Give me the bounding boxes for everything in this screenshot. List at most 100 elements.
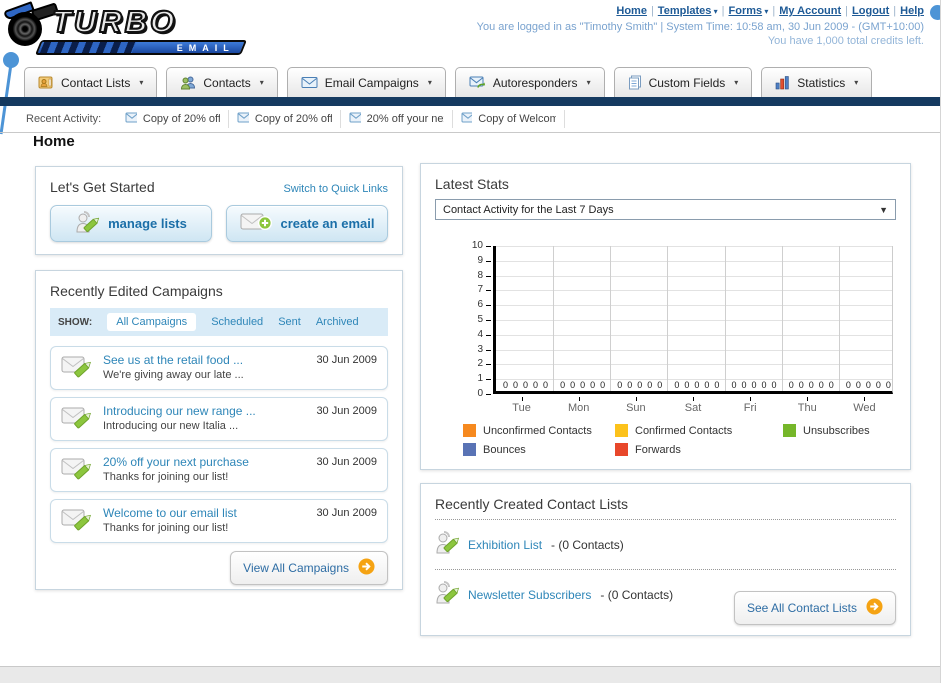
- custom-fields-icon: [628, 75, 642, 90]
- x-axis-tick-label: Wed: [853, 402, 876, 414]
- chevron-down-icon: ▾: [259, 78, 264, 87]
- chart-value-label: 0: [818, 380, 824, 390]
- campaign-title-link[interactable]: Introducing our new range ...: [103, 404, 306, 419]
- see-all-contact-lists-button[interactable]: See All Contact Lists: [733, 591, 896, 625]
- top-nav: Home | Templates ▾ | Forms ▾ | My Account | Logo…: [616, 5, 924, 17]
- campaign-list-item[interactable]: Introducing our new range ... Introducing…: [50, 397, 388, 441]
- person-pencil-icon: [75, 210, 100, 237]
- recent-campaigns-title: Recently Edited Campaigns: [50, 283, 223, 299]
- chart-value-label: 0: [674, 380, 680, 390]
- y-axis-tick: [486, 290, 491, 292]
- recent-activity-items: Copy of 20% off yo Copy of 20% off yo 20% …: [117, 110, 566, 128]
- chart-gridline: [667, 246, 669, 391]
- x-axis-tick: [578, 397, 580, 401]
- view-all-campaigns-button[interactable]: View All Campaigns: [230, 551, 388, 585]
- contact-list-name-link[interactable]: Newsletter Subscribers: [468, 588, 591, 602]
- tab-label: Contacts: [203, 75, 251, 90]
- chevron-down-icon: ▾: [734, 78, 739, 87]
- chart-gridline: [724, 246, 726, 391]
- contact-list-name-link[interactable]: Exhibition List: [468, 538, 542, 552]
- statistics-icon: [775, 75, 790, 90]
- turbo-charger-icon: [8, 12, 42, 46]
- campaign-title-link[interactable]: 20% off your next purchase: [103, 455, 306, 470]
- campaign-text: Introducing our new range ... Introducing…: [103, 404, 306, 434]
- recent-activity-item-label: 20% off your next p: [366, 113, 445, 125]
- top-nav-link-forms[interactable]: Forms: [729, 5, 763, 17]
- chart-value-label: 0: [560, 380, 566, 390]
- x-axis-tick-label: Sat: [684, 402, 702, 414]
- legend-label: Confirmed Contacts: [635, 424, 733, 437]
- recent-activity-item[interactable]: Copy of Welcome to: [453, 110, 566, 128]
- campaign-date: 30 Jun 2009: [316, 405, 377, 417]
- person-pencil-icon: [435, 579, 460, 610]
- chart-value-label: 0: [532, 380, 538, 390]
- y-axis-tick: [486, 260, 491, 262]
- filter-sent[interactable]: Sent: [278, 316, 301, 328]
- y-axis-tick: [486, 394, 491, 395]
- legend-item: Confirmed Contacts: [615, 424, 783, 437]
- campaign-title-link[interactable]: Welcome to our email list: [103, 506, 306, 521]
- legend-item: Forwards: [615, 443, 783, 456]
- top-nav-link-templates[interactable]: Templates: [658, 5, 712, 17]
- see-all-contact-lists-label: See All Contact Lists: [746, 601, 857, 615]
- campaign-title-link[interactable]: See us at the retail food ...: [103, 353, 306, 368]
- envelope-pencil-icon: [61, 455, 93, 486]
- tab-custom-fields[interactable]: Custom Fields ▾: [613, 67, 753, 97]
- tab-contact-lists[interactable]: Contact Lists ▾: [24, 67, 158, 97]
- chart-gridline: [496, 275, 892, 277]
- stats-report-dropdown[interactable]: Contact Activity for the Last 7 Days ▼: [435, 199, 896, 220]
- legend-swatch: [615, 424, 628, 437]
- envelope-plus-icon: [240, 212, 272, 235]
- chart-value-label: 0: [761, 380, 767, 390]
- campaign-list-item[interactable]: Welcome to our email list Thanks for join…: [50, 499, 388, 543]
- contact-list-item[interactable]: Exhibition List - (0 Contacts): [435, 527, 896, 562]
- legend-label: Bounces: [483, 443, 526, 456]
- envelope-pencil-icon: [61, 353, 93, 384]
- top-nav-link-help[interactable]: Help: [900, 5, 924, 17]
- recent-activity-item[interactable]: Copy of 20% off yo: [117, 110, 230, 128]
- chart-value-label: 0: [845, 380, 851, 390]
- view-all-campaigns-label: View All Campaigns: [243, 561, 349, 575]
- recent-activity-item[interactable]: Copy of 20% off yo: [229, 110, 342, 128]
- legend-item: Unsubscribes: [783, 424, 923, 437]
- top-nav-link-my-account[interactable]: My Account: [779, 5, 841, 17]
- nav-separator: |: [721, 5, 725, 17]
- chart-value-label: 0: [580, 380, 586, 390]
- tab-autoresponders[interactable]: Autoresponders ▾: [454, 67, 605, 97]
- tab-statistics[interactable]: Statistics ▾: [761, 67, 873, 97]
- top-nav-link-home[interactable]: Home: [616, 5, 647, 17]
- y-axis-tick-label: 9: [477, 254, 483, 266]
- chart-gridline: [838, 246, 840, 391]
- turbo-email-logo: TURBO EMAIL: [3, 1, 258, 58]
- campaign-list-item[interactable]: See us at the retail food ... We're givin…: [50, 346, 388, 390]
- chart-value-label: 0: [694, 380, 700, 390]
- chevron-down-icon: ▾: [854, 78, 859, 87]
- chart-value-label: 0: [590, 380, 596, 390]
- recent-activity-bar: Recent Activity: Copy of 20% off yoCopy …: [0, 106, 940, 133]
- tab-email-campaigns[interactable]: Email Campaigns ▾: [286, 67, 446, 97]
- latest-stats-panel: Latest Stats Contact Activity for the La…: [420, 163, 911, 470]
- tab-contacts[interactable]: Contacts ▾: [166, 67, 278, 97]
- chart-gridline: [496, 364, 892, 366]
- manage-lists-button[interactable]: manage lists: [50, 205, 212, 242]
- campaign-subtitle: Thanks for joining our list!: [103, 522, 229, 534]
- y-axis-tick: [486, 320, 491, 321]
- chart-value-label: 0: [798, 380, 804, 390]
- contact-lists-icon: [38, 75, 54, 90]
- chevron-down-icon: ▾: [711, 7, 718, 16]
- filter-archived[interactable]: Archived: [316, 316, 359, 328]
- create-email-button[interactable]: create an email: [226, 205, 388, 242]
- recent-activity-item[interactable]: 20% off your next p: [341, 110, 454, 128]
- x-axis-tick: [864, 397, 866, 401]
- chart-value-label: 0: [647, 380, 653, 390]
- campaign-subtitle: We're giving away our late ...: [103, 369, 244, 381]
- filter-all-campaigns[interactable]: All Campaigns: [107, 313, 197, 331]
- get-started-title: Let's Get Started: [50, 179, 155, 195]
- nav-separator: |: [650, 5, 654, 17]
- switch-quick-links-link[interactable]: Switch to Quick Links: [283, 183, 388, 195]
- top-nav-link-logout[interactable]: Logout: [852, 5, 889, 17]
- filter-scheduled[interactable]: Scheduled: [211, 316, 263, 328]
- y-axis-tick: [486, 305, 491, 307]
- dotted-divider: [435, 519, 896, 520]
- campaign-list-item[interactable]: 20% off your next purchase Thanks for joi…: [50, 448, 388, 492]
